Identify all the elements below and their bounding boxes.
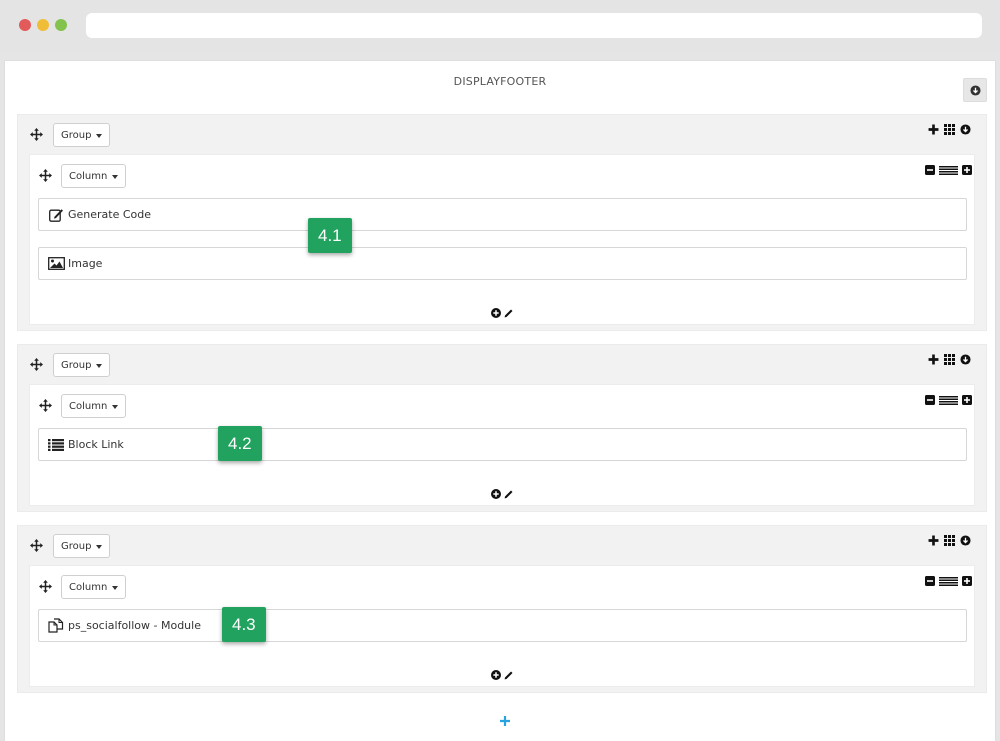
plus-square-icon[interactable]: [962, 576, 972, 586]
column-dropdown-button[interactable]: Column: [61, 575, 127, 599]
pencil-icon[interactable]: [504, 308, 514, 321]
hook-title: DISPLAYFOOTER: [453, 75, 547, 88]
widget-image[interactable]: Image: [38, 247, 967, 280]
callout-badge-4-1: 4.1: [308, 218, 352, 253]
widget-label: ps_socialfollow - Module: [68, 619, 201, 632]
widget-ps-socialfollow-module[interactable]: ps_socialfollow - Module: [38, 609, 967, 642]
caret-down-icon: [112, 174, 119, 179]
add-group-plus-icon[interactable]: [499, 715, 511, 727]
plus-square-icon[interactable]: [962, 165, 972, 175]
address-bar[interactable]: [86, 13, 982, 38]
caret-down-icon: [96, 133, 103, 138]
plus-square-icon[interactable]: [962, 395, 972, 405]
arrow-circle-down-icon[interactable]: [960, 535, 971, 546]
widget-label: Block Link: [68, 438, 124, 451]
group-dropdown-label: Group: [61, 540, 92, 552]
widget-block-link[interactable]: Block Link: [38, 428, 967, 461]
column-footer-tools: [30, 489, 974, 502]
caret-down-icon: [112, 404, 119, 409]
group-tools: [928, 354, 971, 365]
move-icon[interactable]: [29, 127, 43, 141]
caret-down-icon: [96, 363, 103, 368]
callout-badge-4-3: 4.3: [222, 607, 266, 642]
column-tools: [925, 395, 972, 405]
column-dropdown-button[interactable]: Column: [61, 164, 127, 188]
callout-badge-4-2: 4.2: [218, 426, 262, 461]
group-dropdown-button[interactable]: Group: [53, 534, 111, 558]
column-tools: [925, 165, 972, 175]
minus-square-icon[interactable]: [925, 395, 935, 405]
caret-down-icon: [112, 585, 119, 590]
column-2: Column Block Link: [29, 384, 975, 506]
move-icon[interactable]: [29, 538, 43, 552]
add-icon[interactable]: [928, 354, 939, 365]
add-icon[interactable]: [928, 535, 939, 546]
column-width-icon[interactable]: [939, 165, 958, 175]
maximize-window-dot[interactable]: [55, 19, 67, 31]
move-icon[interactable]: [29, 357, 43, 371]
widget-label: Image: [68, 257, 103, 270]
group-1: Group Column Generate Code Image: [17, 114, 987, 331]
add-circle-icon[interactable]: [490, 670, 501, 683]
column-dropdown-button[interactable]: Column: [61, 394, 127, 418]
arrow-circle-down-icon: [969, 84, 981, 96]
arrow-circle-down-icon[interactable]: [960, 354, 971, 365]
move-icon[interactable]: [38, 579, 52, 593]
pencil-icon[interactable]: [504, 489, 514, 502]
grid-icon[interactable]: [944, 535, 955, 546]
group-dropdown-button[interactable]: Group: [53, 353, 111, 377]
column-3: Column ps_socialfollow - Module: [29, 565, 975, 687]
move-icon[interactable]: [38, 168, 52, 182]
minus-square-icon[interactable]: [925, 576, 935, 586]
column-width-icon[interactable]: [939, 576, 958, 586]
minus-square-icon[interactable]: [925, 165, 935, 175]
move-icon[interactable]: [38, 398, 52, 412]
group-3: Group Column ps_socialfollow - Module: [17, 525, 987, 693]
column-dropdown-label: Column: [69, 170, 108, 182]
browser-chrome: [0, 0, 1000, 52]
image-icon: [47, 256, 65, 272]
pencil-icon[interactable]: [504, 670, 514, 683]
group-dropdown-button[interactable]: Group: [53, 123, 111, 147]
column-dropdown-label: Column: [69, 581, 108, 593]
widget-generate-code[interactable]: Generate Code: [38, 198, 967, 231]
widget-label: Generate Code: [68, 208, 152, 221]
group-2: Group Column Block Link: [17, 344, 987, 512]
column-dropdown-label: Column: [69, 400, 108, 412]
edit-icon: [47, 207, 65, 223]
group-tools: [928, 535, 971, 546]
list-icon: [47, 437, 65, 453]
minimize-window-dot[interactable]: [37, 19, 49, 31]
arrow-circle-down-icon[interactable]: [960, 124, 971, 135]
grid-icon[interactable]: [944, 354, 955, 365]
add-circle-icon[interactable]: [490, 489, 501, 502]
column-footer-tools: [30, 670, 974, 683]
column-tools: [925, 576, 972, 586]
add-icon[interactable]: [928, 124, 939, 135]
add-circle-icon[interactable]: [490, 308, 501, 321]
group-dropdown-label: Group: [61, 359, 92, 371]
column-1: Column Generate Code Image: [29, 154, 975, 325]
copy-icon: [47, 618, 65, 634]
page-content: DISPLAYFOOTER Group Column Generate Code…: [4, 60, 996, 741]
grid-icon[interactable]: [944, 124, 955, 135]
group-dropdown-label: Group: [61, 129, 92, 141]
caret-down-icon: [96, 544, 103, 549]
group-tools: [928, 124, 971, 135]
column-width-icon[interactable]: [939, 395, 958, 405]
close-window-dot[interactable]: [19, 19, 31, 31]
hook-collapse-button[interactable]: [963, 78, 987, 102]
column-footer-tools: [30, 308, 974, 321]
